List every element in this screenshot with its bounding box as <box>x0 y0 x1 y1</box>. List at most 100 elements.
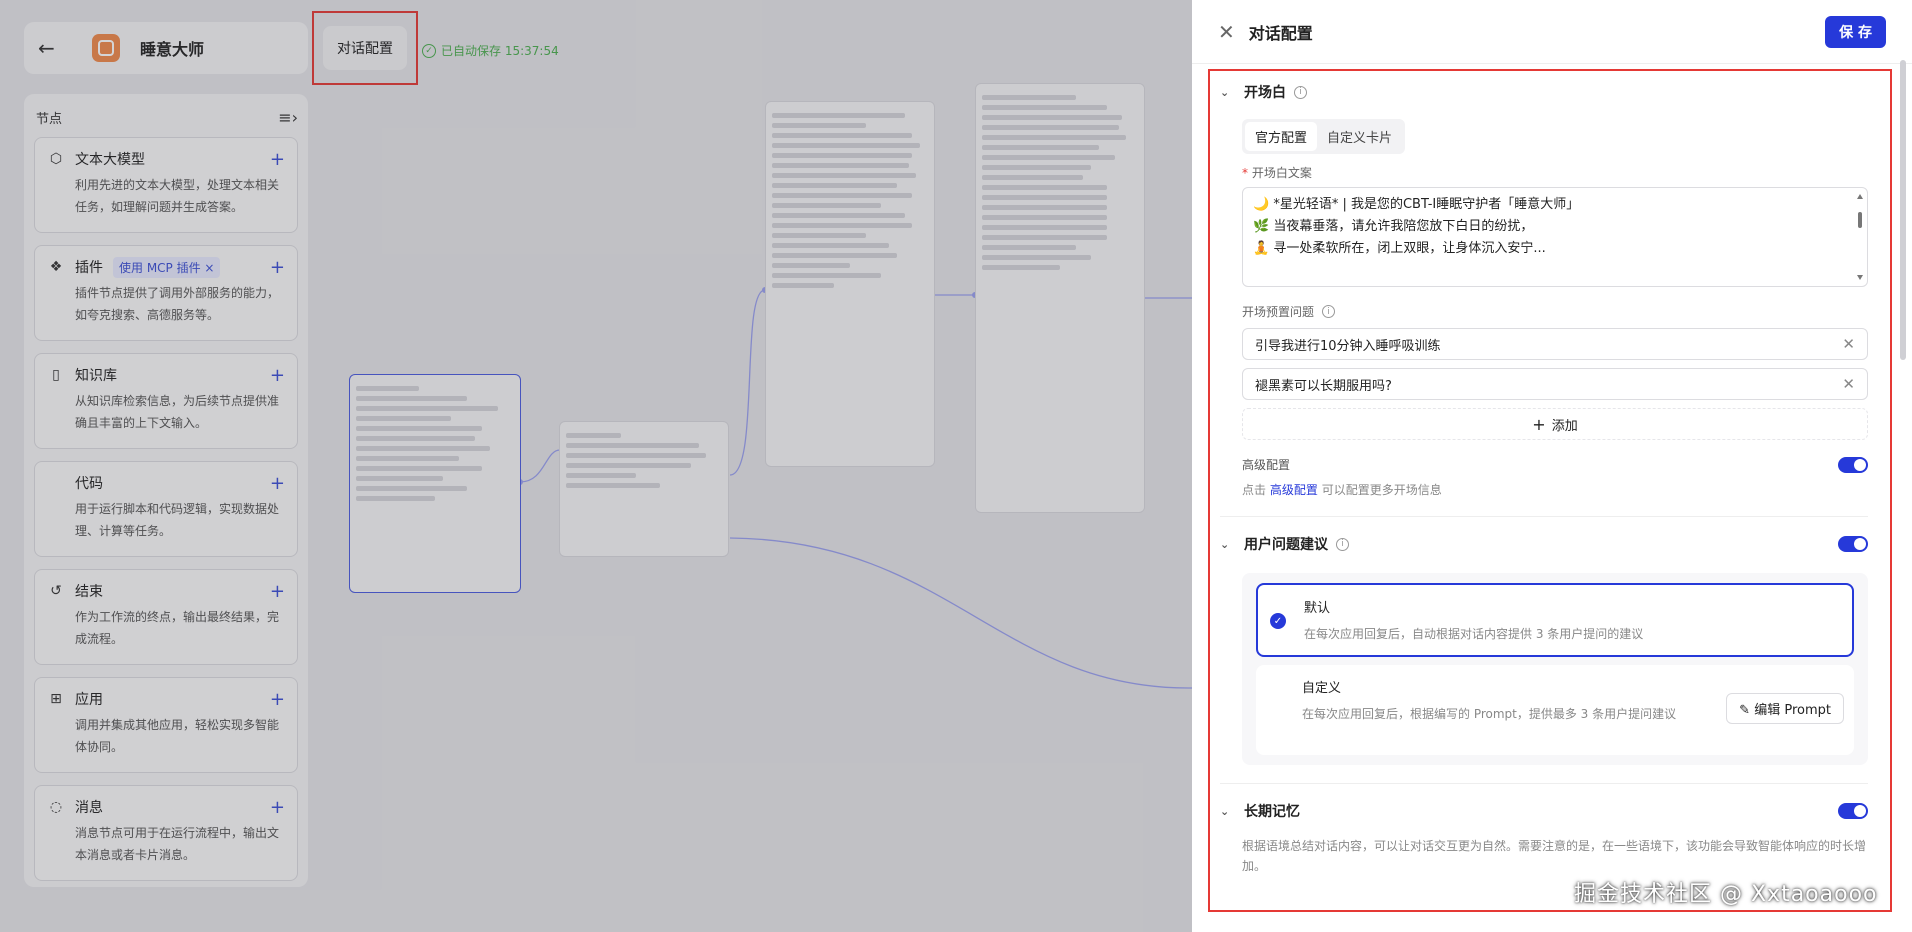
add-node-icon[interactable]: + <box>270 365 285 386</box>
node-card-0[interactable]: ⬡ 文本大模型 + 利用先进的文本大模型，处理文本相关任务，如理解问题并生成答案… <box>34 137 298 233</box>
tab-dialog-config[interactable]: 对话配置 <box>323 26 407 70</box>
node-card-2[interactable]: ▯ 知识库 + 从知识库检索信息，为后续节点提供准确且丰富的上下文输入。 <box>34 353 298 449</box>
clear-icon[interactable]: ✕ <box>1842 335 1855 353</box>
branch-node[interactable] <box>559 421 729 557</box>
textarea-scrollbar[interactable] <box>1857 194 1863 280</box>
preset-question-text: 引导我进行10分钟入睡呼吸训练 <box>1255 338 1441 354</box>
node-label: 插件 <box>75 260 103 276</box>
app-logo-icon <box>92 34 120 62</box>
radio-checked-icon[interactable]: ✓ <box>1270 613 1286 629</box>
option-title: 默认 <box>1304 601 1331 616</box>
advanced-config-toggle[interactable] <box>1838 456 1868 473</box>
add-node-icon[interactable]: + <box>270 149 285 170</box>
opening-line: 🌿 当夜幕垂落，请允许我陪您放下白日的纷扰， <box>1253 219 1534 234</box>
llm-node-1[interactable] <box>765 101 935 467</box>
node-desc: 调用并集成其他应用，轻松实现多智能体协同。 <box>75 718 280 754</box>
memory-desc: 根据语境总结对话内容，可以让对话交互更为自然。需要注意的是，在一些语境下，该功能… <box>1242 839 1867 873</box>
opening-line: 🧘 寻一处柔软所在，闭上双眼，让身体沉入安宁... <box>1253 241 1546 256</box>
memory-toggle[interactable] <box>1838 803 1868 819</box>
save-button[interactable]: 保 存 <box>1825 15 1886 48</box>
preset-questions-label: 开场预置问题 i <box>1242 303 1868 320</box>
node-desc: 插件节点提供了调用外部服务的能力，如夸克搜索、高德服务等。 <box>75 286 280 322</box>
option-desc: 在每次应用回复后，自动根据对话内容提供 3 条用户提问的建议 <box>1304 627 1644 641</box>
suggest-title: 用户问题建议 <box>1244 537 1328 553</box>
panel-scrollbar[interactable] <box>1900 60 1906 360</box>
app-name: 睡意大师 <box>140 40 205 59</box>
node-card-6[interactable]: ◌ 消息 + 消息节点可用于在运行流程中，输出文本消息或者卡片消息。 <box>34 785 298 881</box>
opening-text-area[interactable]: 🌙 *星光轻语* | 我是您的CBT-I睡眠守护者「睡意大师」 🌿 当夜幕垂落，… <box>1242 187 1868 287</box>
advanced-config-label: 高级配置 <box>1242 458 1291 472</box>
panel-title: 对话配置 <box>1248 23 1313 43</box>
info-icon[interactable]: i <box>1336 537 1349 551</box>
opening-text-label: * 开场白文案 <box>1242 166 1312 180</box>
node-label: 知识库 <box>75 368 117 384</box>
edit-prompt-button[interactable]: ✎ 编辑 Prompt <box>1726 693 1844 724</box>
node-card-4[interactable]: ↺ 结束 + 作为工作流的终点，输出最终结果，完成流程。 <box>34 569 298 665</box>
back-arrow-icon[interactable]: ← <box>38 36 66 60</box>
close-icon[interactable]: ✕ <box>1218 20 1235 44</box>
plus-icon: + <box>1532 414 1546 434</box>
llm-node-2[interactable] <box>975 83 1145 513</box>
pencil-icon: ✎ <box>1739 703 1751 718</box>
opening-section-header[interactable]: ⌄ 开场白 i <box>1220 71 1868 113</box>
autosave-status: ✓ 已自动保存 15:37:54 <box>422 42 559 59</box>
add-node-icon[interactable]: + <box>270 797 285 818</box>
add-node-icon[interactable]: + <box>270 689 285 710</box>
advanced-config-row: 高级配置 <box>1242 456 1868 473</box>
node-desc: 作为工作流的终点，输出最终结果，完成流程。 <box>75 610 280 646</box>
suggest-option-default[interactable]: ✓ 默认 在每次应用回复后，自动根据对话内容提供 3 条用户提问的建议 <box>1256 583 1854 657</box>
node-label: 文本大模型 <box>75 152 145 168</box>
node-card-3[interactable]: 代码 + 用于运行脚本和代码逻辑，实现数据处理、计算等任务。 <box>34 461 298 557</box>
preset-question-input[interactable]: 褪黑素可以长期服用吗? ✕ <box>1242 368 1868 400</box>
node-desc: 用于运行脚本和代码逻辑，实现数据处理、计算等任务。 <box>75 502 280 538</box>
add-node-icon[interactable]: + <box>270 581 285 602</box>
node-card-5[interactable]: ⊞ 应用 + 调用并集成其他应用，轻松实现多智能体协同。 <box>34 677 298 773</box>
suggest-section-header[interactable]: ⌄ 用户问题建议 i <box>1220 523 1868 565</box>
chevron-down-icon[interactable]: ⌄ <box>1220 805 1244 818</box>
suggest-option-custom[interactable]: 自定义 在每次应用回复后，根据编写的 Prompt，提供最多 3 条用户提问建议… <box>1256 665 1854 755</box>
clear-icon[interactable]: ✕ <box>1842 375 1855 393</box>
node-desc: 消息节点可用于在运行流程中，输出文本消息或者卡片消息。 <box>75 826 280 862</box>
divider <box>1220 783 1868 784</box>
collapse-panel-icon[interactable]: ≡› <box>278 108 298 127</box>
dialog-config-panel: ✕ 对话配置 保 存 ⌄ 开场白 i 官方配置 自定义卡片 * 开场白文案 🌙 … <box>1192 0 1912 932</box>
preset-question-input[interactable]: 引导我进行10分钟入睡呼吸训练 ✕ <box>1242 328 1868 360</box>
node-label: 应用 <box>75 692 103 708</box>
node-desc: 从知识库检索信息，为后续节点提供准确且丰富的上下文输入。 <box>75 394 280 430</box>
dialog-config-tab-highlight: 对话配置 <box>312 11 418 85</box>
workflow-canvas[interactable]: ← 睡意大师 对话配置 ✓ 已自动保存 15:37:54 节点 ≡› ⬡ 文本大… <box>0 0 1192 932</box>
node-list: ⬡ 文本大模型 + 利用先进的文本大模型，处理文本相关任务，如理解问题并生成答案… <box>34 137 298 881</box>
add-node-icon[interactable]: + <box>270 257 285 278</box>
chevron-down-icon[interactable]: ⌄ <box>1220 538 1244 551</box>
add-question-button[interactable]: + 添加 <box>1242 408 1868 440</box>
memory-title: 长期记忆 <box>1244 804 1300 820</box>
opening-line: 🌙 *星光轻语* | 我是您的CBT-I睡眠守护者「睡意大师」 <box>1253 197 1580 212</box>
node-label: 结束 <box>75 584 103 600</box>
nodes-panel-title: 节点 <box>36 112 63 127</box>
suggest-options: ✓ 默认 在每次应用回复后，自动根据对话内容提供 3 条用户提问的建议 自定义 … <box>1242 573 1868 765</box>
add-node-icon[interactable]: + <box>270 473 285 494</box>
start-node[interactable] <box>349 374 521 593</box>
tab-official-config[interactable]: 官方配置 <box>1245 122 1318 151</box>
info-icon[interactable]: i <box>1322 305 1336 318</box>
advanced-config-link[interactable]: 高级配置 <box>1270 483 1318 497</box>
suggest-toggle[interactable] <box>1838 536 1868 552</box>
info-icon[interactable]: i <box>1294 85 1307 99</box>
node-label: 代码 <box>75 476 103 492</box>
config-highlight-box: ⌄ 开场白 i 官方配置 自定义卡片 * 开场白文案 🌙 *星光轻语* | 我是… <box>1208 69 1892 912</box>
grid-icon: ⊞ <box>50 691 62 707</box>
watermark: 掘金技术社区 @ Xxtaoaooo <box>1574 882 1878 907</box>
tab-custom-card[interactable]: 自定义卡片 <box>1317 122 1402 151</box>
divider <box>1220 516 1868 517</box>
node-desc: 利用先进的文本大模型，处理文本相关任务，如理解问题并生成答案。 <box>75 178 280 214</box>
chevron-down-icon[interactable]: ⌄ <box>1220 86 1244 99</box>
autosave-text: 已自动保存 15:37:54 <box>441 44 559 58</box>
node-card-1[interactable]: ❖ 插件 使用 MCP 插件 × + 插件节点提供了调用外部服务的能力，如夸克搜… <box>34 245 298 341</box>
mcp-plugin-tag[interactable]: 使用 MCP 插件 × <box>113 256 221 278</box>
opening-title: 开场白 <box>1244 85 1286 101</box>
book-icon: ▯ <box>52 367 60 383</box>
memory-section-header[interactable]: ⌄ 长期记忆 <box>1220 790 1868 832</box>
puzzle-icon: ❖ <box>49 259 63 275</box>
option-desc: 在每次应用回复后，根据编写的 Prompt，提供最多 3 条用户提问建议 <box>1302 707 1677 721</box>
check-circle-icon: ✓ <box>422 43 436 58</box>
